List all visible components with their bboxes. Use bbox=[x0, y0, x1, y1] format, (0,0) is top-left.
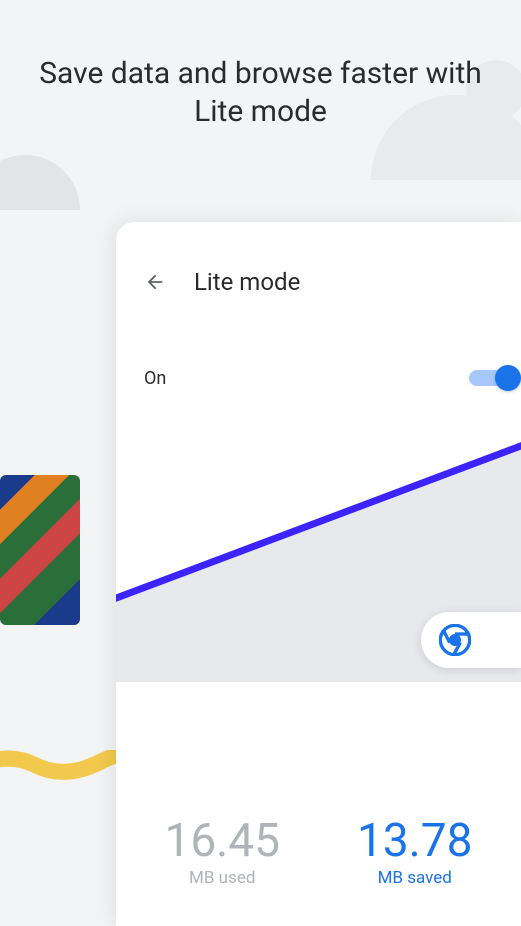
arrow-left-icon bbox=[144, 271, 166, 293]
card-header: Lite mode bbox=[116, 222, 521, 306]
stat-saved: 13.78 MB saved bbox=[357, 818, 473, 888]
back-button[interactable] bbox=[144, 271, 166, 293]
toggle-row: On bbox=[116, 306, 521, 392]
stat-used-value: 16.45 bbox=[164, 818, 280, 864]
stats-row: 16.45 MB used 13.78 MB saved bbox=[116, 818, 521, 888]
promo-heading: Save data and browse faster with Lite mo… bbox=[0, 55, 521, 130]
chrome-icon bbox=[439, 624, 471, 656]
toggle-label: On bbox=[144, 368, 166, 389]
stat-saved-value: 13.78 bbox=[357, 818, 473, 864]
stat-saved-label: MB saved bbox=[357, 868, 473, 888]
decorative-image-patch bbox=[0, 475, 80, 625]
toggle-thumb bbox=[495, 365, 521, 391]
stat-used-label: MB used bbox=[164, 868, 280, 888]
lite-mode-toggle[interactable] bbox=[469, 364, 521, 392]
lite-mode-card: Lite mode On 16.45 MB used 13.78 MB bbox=[116, 222, 521, 926]
chrome-chip[interactable] bbox=[421, 612, 521, 668]
card-title: Lite mode bbox=[194, 268, 300, 296]
decorative-yellow-stripe bbox=[0, 750, 130, 780]
decorative-cloud-left bbox=[0, 155, 80, 210]
stat-used: 16.45 MB used bbox=[164, 818, 280, 888]
